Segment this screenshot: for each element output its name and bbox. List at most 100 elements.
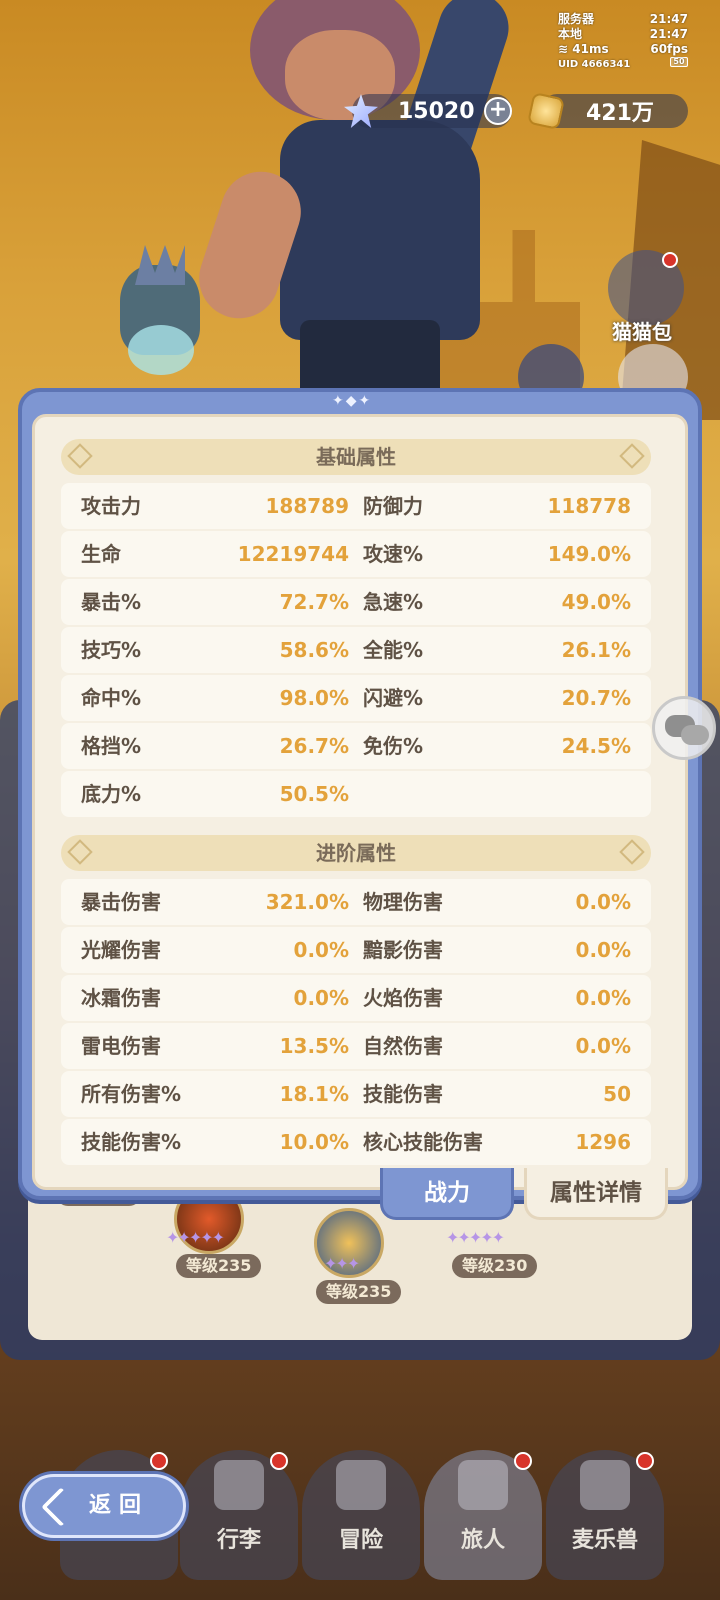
stat-label: 雷电伤害 [81, 1034, 161, 1058]
stat-label: 攻击力 [81, 494, 141, 518]
stat-value: 13.5% [279, 1034, 349, 1058]
back-button[interactable]: 返回 [22, 1474, 186, 1538]
server-time: 21:47 [649, 12, 688, 26]
diamond-icon [619, 443, 645, 469]
tab-attribute-details[interactable]: 属性详情 [524, 1168, 668, 1220]
stat-label: 火焰伤害 [363, 986, 443, 1010]
stat-row: 暴击% 72.7% 急速% 49.0% [61, 579, 651, 625]
back-label: 返回 [89, 1493, 150, 1518]
nav-label: 旅人 [460, 1528, 505, 1553]
fox-pet-icon [580, 1460, 630, 1510]
stat-label: 全能% [363, 638, 424, 662]
skill-level-badge: 等级230 [452, 1254, 538, 1278]
ping-value: 41ms [572, 42, 609, 56]
battery-icon: 50 [670, 57, 688, 67]
diamond-icon [67, 839, 93, 865]
stat-row: 暴击伤害 321.0% 物理伤害 0.0% [61, 879, 651, 925]
stat-row: 底力% 50.5% [61, 771, 651, 817]
stat-value: 0.0% [575, 1034, 631, 1058]
player-character [188, 0, 520, 400]
coin-amount: 421万 [586, 101, 654, 126]
traveler-avatar-icon [458, 1460, 508, 1510]
local-label: 本地 [558, 27, 583, 41]
notification-dot [662, 252, 678, 268]
stat-row: 光耀伤害 0.0% 黯影伤害 0.0% [61, 927, 651, 973]
ornament-icon: ✦◆✦ [332, 393, 373, 409]
stat-label: 攻速% [363, 542, 424, 566]
cat-bag-label: 猫猫包 [612, 320, 672, 344]
stat-label: 技能伤害% [81, 1130, 182, 1154]
stat-value: 24.5% [561, 734, 631, 758]
tab-power[interactable]: 战力 [380, 1168, 514, 1220]
stat-row: 雷电伤害 13.5% 自然伤害 0.0% [61, 1023, 651, 1069]
stat-value: 149.0% [547, 542, 631, 566]
notification-dot [270, 1452, 288, 1470]
nav-item-traveler[interactable]: 旅人 [424, 1450, 542, 1580]
stat-value: 188789 [265, 494, 350, 518]
stat-label: 冰霜伤害 [81, 986, 161, 1010]
notification-dot [150, 1452, 168, 1470]
stat-value: 49.0% [561, 590, 631, 614]
stat-label: 黯影伤害 [363, 938, 443, 962]
status-panel: 服务器 21:47 本地 21:47 ≋ 41ms 60fps UID 4666341… [558, 12, 688, 72]
stat-value: 12219744 [237, 542, 349, 566]
section-header-advanced: 进阶属性 [61, 835, 651, 871]
stat-row: 冰霜伤害 0.0% 火焰伤害 0.0% [61, 975, 651, 1021]
stat-value: 118778 [547, 494, 632, 518]
stat-label: 生命 [81, 542, 121, 566]
nav-label: 冒险 [338, 1528, 383, 1553]
chest-icon [214, 1460, 264, 1510]
attribute-panel[interactable]: 基础属性 攻击力 188789 防御力 118778 生命 12219744 攻… [32, 414, 688, 1190]
nav-label: 行李 [216, 1528, 261, 1553]
stat-value: 26.1% [561, 638, 631, 662]
chat-bubble-icon[interactable] [652, 696, 716, 760]
nav-label: 麦乐兽 [571, 1528, 638, 1553]
stat-label: 技巧% [81, 638, 142, 662]
section-header-basic: 基础属性 [61, 439, 651, 475]
fps-value: 60fps [650, 42, 688, 56]
pet-creature [110, 245, 210, 375]
wifi-icon: ≋ [558, 42, 569, 56]
stat-value: 98.0% [279, 686, 349, 710]
diamond-icon [619, 839, 645, 865]
stat-value: 50 [603, 1082, 631, 1106]
local-time: 21:47 [649, 27, 688, 41]
stat-label: 所有伤害% [81, 1082, 182, 1106]
stat-value: 321.0% [265, 890, 349, 914]
stat-value: 1296 [575, 1130, 631, 1154]
back-arrow-icon [41, 1487, 81, 1527]
notification-dot [514, 1452, 532, 1470]
stat-row: 格挡% 26.7% 免伤% 24.5% [61, 723, 651, 769]
stat-value: 72.7% [279, 590, 349, 614]
stat-label: 暴击% [81, 590, 142, 614]
skill-stars: ✦✦✦✦✦ [166, 1228, 225, 1247]
nav-item-adventure[interactable]: 冒险 [302, 1450, 420, 1580]
skill-level-badge: 等级235 [176, 1254, 262, 1278]
server-label: 服务器 [558, 12, 595, 26]
nav-item-pets[interactable]: 麦乐兽 [546, 1450, 664, 1580]
stat-label: 格挡% [81, 734, 142, 758]
stat-row: 技能伤害% 10.0% 核心技能伤害 1296 [61, 1119, 651, 1165]
stat-row: 生命 12219744 攻速% 149.0% [61, 531, 651, 577]
stat-label: 自然伤害 [363, 1034, 443, 1058]
uid-value: 4666341 [581, 59, 631, 70]
stat-label: 急速% [363, 590, 424, 614]
stat-label: 闪避% [363, 686, 424, 710]
stat-label: 免伤% [363, 734, 424, 758]
stat-label: 光耀伤害 [81, 938, 161, 962]
add-gems-button[interactable]: + [484, 97, 512, 125]
stat-row: 技巧% 58.6% 全能% 26.1% [61, 627, 651, 673]
stat-value: 0.0% [293, 938, 349, 962]
crossed-swords-icon [336, 1460, 386, 1510]
stat-value: 10.0% [279, 1130, 349, 1154]
section-title: 进阶属性 [316, 841, 396, 865]
stat-value: 58.6% [279, 638, 349, 662]
stat-value: 0.0% [575, 986, 631, 1010]
uid-label: UID [558, 59, 579, 70]
skill-level-badge: 等级235 [316, 1280, 402, 1304]
section-title: 基础属性 [316, 445, 396, 469]
stat-label: 命中% [81, 686, 142, 710]
stat-value: 0.0% [293, 986, 349, 1010]
gem-amount: 15020 [398, 98, 475, 124]
nav-item-luggage[interactable]: 行李 [180, 1450, 298, 1580]
